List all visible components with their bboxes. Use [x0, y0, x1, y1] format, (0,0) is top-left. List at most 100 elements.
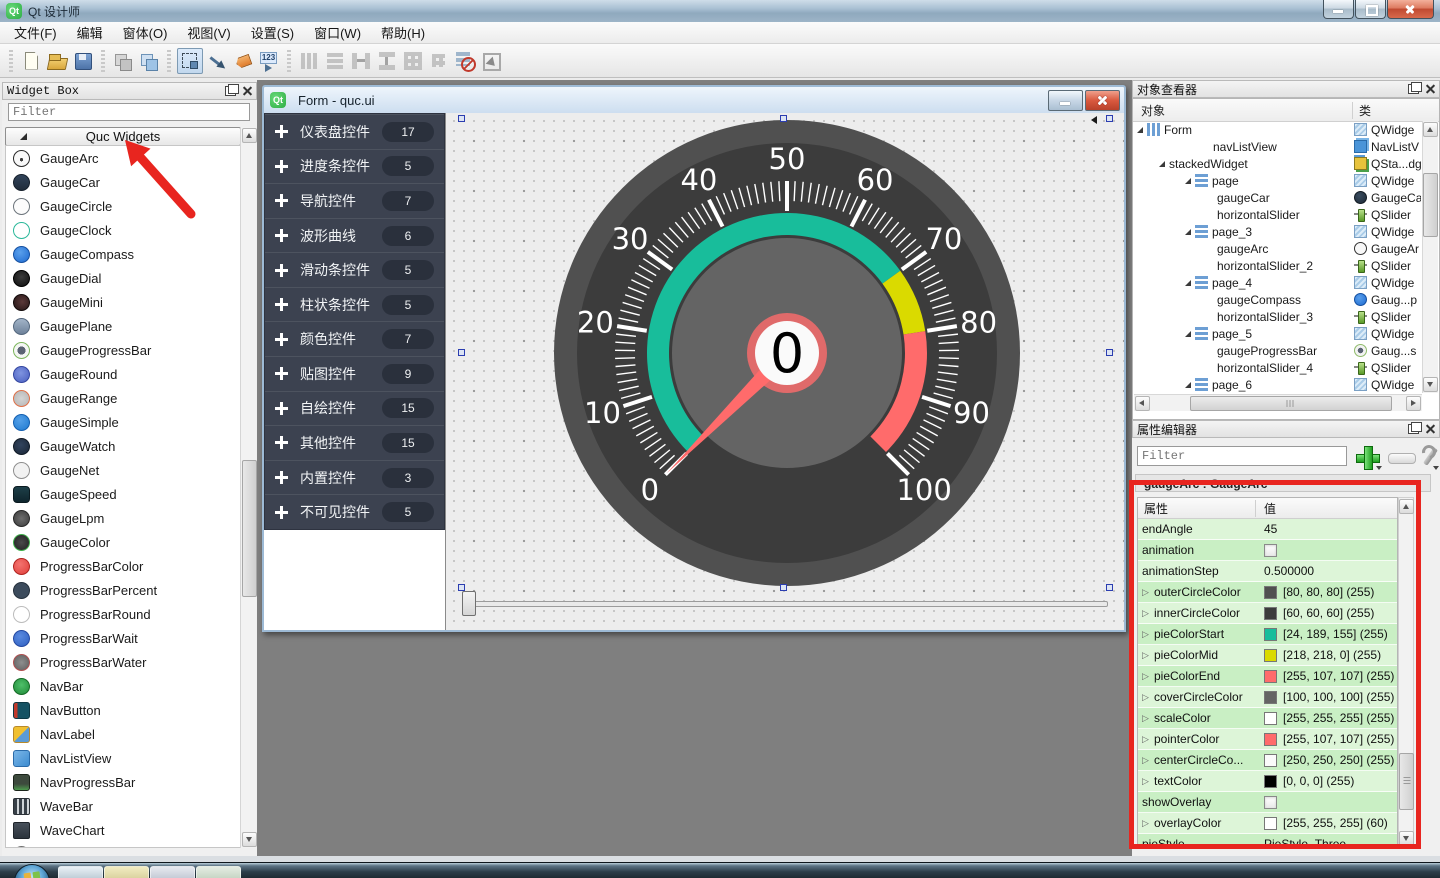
property-row[interactable]: ▷ overlayColor [255, 255, 255] (60)	[1138, 813, 1397, 834]
expand-arrow-icon[interactable]: ▷	[1142, 671, 1154, 682]
break-layout-icon[interactable]	[453, 49, 477, 73]
widget-box-item[interactable]: GaugeSimple	[6, 410, 240, 434]
layout-horizontal-icon[interactable]	[323, 49, 347, 73]
menu-item[interactable]: 视图(V)	[177, 20, 240, 45]
expand-triangle-icon[interactable]	[1159, 161, 1165, 167]
object-inspector-hscrollbar[interactable]	[1134, 394, 1422, 411]
edit-signals-icon[interactable]	[205, 49, 229, 73]
copy-widgets-icon[interactable]	[111, 49, 135, 73]
widget-box-item[interactable]: GaugeArc	[6, 146, 240, 170]
scroll-right-icon[interactable]	[1406, 396, 1421, 411]
remove-dynamic-property-button[interactable]	[1388, 453, 1416, 464]
gauge-arc-widget[interactable]: 01020304050607080901000	[552, 118, 1022, 588]
property-editor-titlebar[interactable]: 属性编辑器	[1132, 420, 1440, 438]
open-file-icon[interactable]	[45, 49, 69, 73]
nav-list-item[interactable]: 颜色控件 7	[265, 321, 444, 356]
title-bar[interactable]: Qt Qt 设计师	[0, 0, 1440, 22]
widget-box-scrollbar[interactable]	[240, 127, 256, 848]
column-value[interactable]: 值	[1256, 500, 1276, 517]
expand-arrow-icon[interactable]: ▷	[1142, 818, 1154, 829]
form-window-titlebar[interactable]: Qt Form - quc.ui	[264, 87, 1124, 114]
taskbar-button[interactable]	[58, 866, 103, 878]
checkbox[interactable]	[1264, 796, 1277, 809]
object-tree-row[interactable]: navListView NavListV	[1133, 138, 1421, 155]
object-tree-row[interactable]: gaugeArc GaugeAr	[1133, 240, 1421, 257]
close-panel-icon[interactable]	[1425, 84, 1435, 94]
nav-list-item[interactable]: 不可见控件 5	[265, 494, 444, 529]
scroll-down-icon[interactable]	[1423, 377, 1438, 392]
nav-list-item[interactable]: 内置控件 3	[265, 460, 444, 495]
selection-handle[interactable]	[1106, 349, 1113, 356]
nav-list-item[interactable]: 导航控件 7	[265, 183, 444, 218]
slider-handle[interactable]	[462, 591, 476, 616]
object-inspector-titlebar[interactable]: 对象查看器	[1132, 80, 1440, 98]
nav-list-item[interactable]: 柱状条控件 5	[265, 287, 444, 322]
widget-box-item[interactable]: NavListView	[6, 746, 240, 770]
column-class[interactable]: 类	[1353, 102, 1371, 119]
expand-arrow-icon[interactable]: ▷	[1142, 629, 1154, 640]
scrollbar-thumb[interactable]	[1423, 173, 1438, 237]
nav-list-item[interactable]: 贴图控件 9	[265, 356, 444, 391]
menu-item[interactable]: 窗体(O)	[113, 20, 178, 45]
menu-item[interactable]: 帮助(H)	[371, 20, 435, 45]
close-button[interactable]	[1387, 0, 1434, 19]
layout-formgrid-icon[interactable]	[427, 49, 451, 73]
float-panel-icon[interactable]	[1408, 424, 1419, 434]
object-tree-row[interactable]: horizontalSlider_4 QSlider	[1133, 359, 1421, 376]
close-panel-icon[interactable]	[242, 86, 252, 96]
scrollbar-thumb[interactable]	[1190, 396, 1392, 411]
expand-triangle-icon[interactable]	[1185, 229, 1191, 235]
widget-box-item[interactable]: GaugeColor	[6, 530, 240, 554]
property-row[interactable]: ▷ centerCircleCo... [250, 250, 250] (255…	[1138, 750, 1397, 771]
widget-box-item[interactable]: GaugeClock	[6, 218, 240, 242]
object-tree-row[interactable]: stackedWidget QSta...dg	[1133, 155, 1421, 172]
scrollbar-thumb[interactable]	[242, 460, 257, 597]
layout-vertical-icon[interactable]	[297, 49, 321, 73]
property-row[interactable]: ▷ pieColorEnd [255, 107, 107] (255)	[1138, 666, 1397, 687]
widget-box-item[interactable]: GaugeLpm	[6, 506, 240, 530]
nav-list-item[interactable]: 滑动条控件 5	[265, 252, 444, 287]
object-tree-row[interactable]: horizontalSlider_2 QSlider	[1133, 257, 1421, 274]
dropdown-arrow-icon[interactable]	[1376, 466, 1382, 470]
horizontal-slider-widget[interactable]	[462, 590, 1110, 616]
widget-box-item[interactable]: ProgressBarRound	[6, 602, 240, 626]
edit-buddies-icon[interactable]	[231, 49, 255, 73]
widget-box-item[interactable]: WaveChart	[6, 818, 240, 842]
nav-list-item[interactable]: 波形曲线 6	[265, 218, 444, 253]
selection-handle[interactable]	[780, 115, 787, 122]
expand-arrow-icon[interactable]: ▷	[1142, 587, 1154, 598]
form-minimize-button[interactable]	[1048, 90, 1083, 111]
taskbar-button[interactable]	[196, 866, 241, 878]
property-filter-input[interactable]	[1137, 446, 1347, 466]
column-property[interactable]: 属性	[1138, 500, 1256, 517]
property-row[interactable]: ▷ pieStyle PieStyle_Three	[1138, 834, 1397, 848]
expand-arrow-icon[interactable]: ▷	[1142, 713, 1154, 724]
object-tree-row[interactable]: gaugeCompass Gaug...p	[1133, 291, 1421, 308]
expand-triangle-icon[interactable]	[1137, 127, 1143, 133]
menu-item[interactable]: 设置(S)	[241, 20, 304, 45]
property-editor-scrollbar[interactable]	[1398, 497, 1414, 848]
expand-triangle-icon[interactable]	[1185, 382, 1191, 388]
widget-box-item[interactable]: NavLabel	[6, 722, 240, 746]
object-tree-row[interactable]: horizontalSlider_3 QSlider	[1133, 308, 1421, 325]
maximize-button[interactable]	[1355, 0, 1386, 19]
paste-widgets-icon[interactable]	[137, 49, 161, 73]
layout-vsplit-icon[interactable]	[375, 49, 399, 73]
widget-box-item[interactable]: GaugeCar	[6, 170, 240, 194]
object-tree-row[interactable]: Form QWidge	[1133, 121, 1421, 138]
scroll-up-icon[interactable]	[1423, 122, 1438, 137]
widget-box-item[interactable]: NavBar	[6, 674, 240, 698]
layout-grid-icon[interactable]	[401, 49, 425, 73]
object-tree-row[interactable]: page_5 QWidge	[1133, 325, 1421, 342]
windows-taskbar[interactable]	[0, 862, 1440, 878]
menu-item[interactable]: 文件(F)	[4, 20, 67, 45]
scroll-down-icon[interactable]	[1399, 831, 1414, 846]
save-icon[interactable]	[71, 49, 95, 73]
minimize-button[interactable]	[1323, 0, 1354, 19]
widget-box-item[interactable]: ProgressBarWait	[6, 626, 240, 650]
property-row[interactable]: ▷ scaleColor [255, 255, 255] (255)	[1138, 708, 1397, 729]
float-panel-icon[interactable]	[225, 86, 236, 96]
layout-hsplit-icon[interactable]	[349, 49, 373, 73]
widget-box-item[interactable]: ProgressBarWater	[6, 650, 240, 674]
object-inspector-vscrollbar[interactable]	[1422, 121, 1438, 393]
